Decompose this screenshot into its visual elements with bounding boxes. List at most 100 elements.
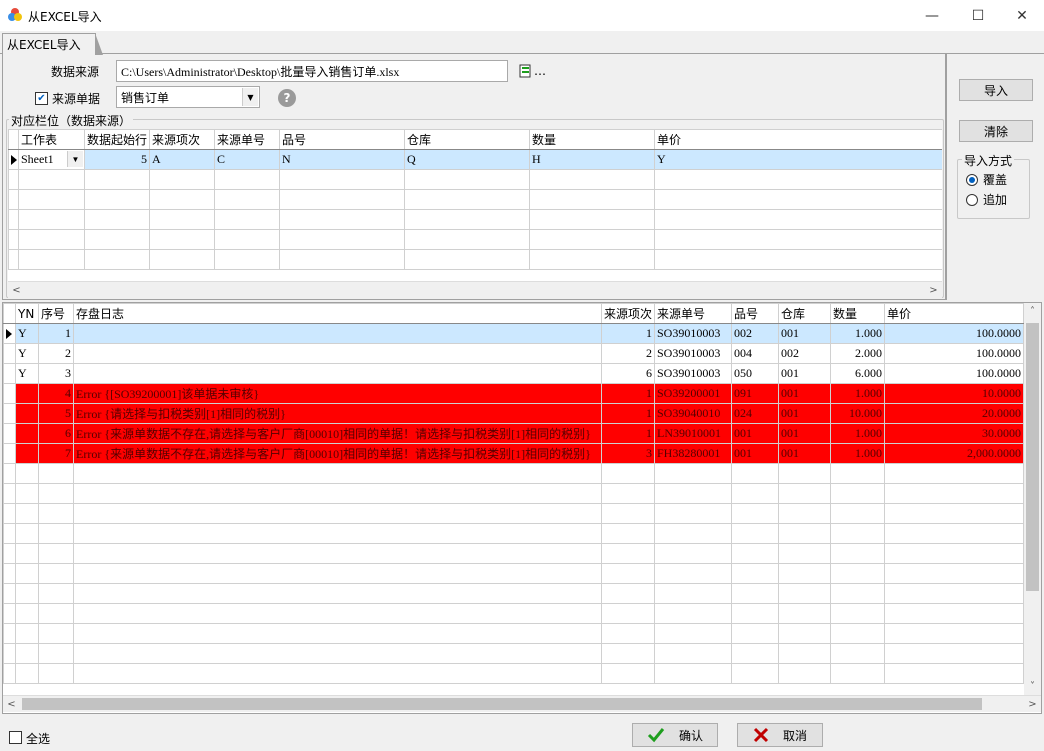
price-cell[interactable]: 100.0000 <box>884 343 1024 364</box>
help-icon[interactable]: ? <box>278 89 296 107</box>
sheet-select[interactable]: Sheet1 ▼ <box>18 149 85 170</box>
seq-cell[interactable]: 4 <box>38 383 74 404</box>
scroll-left-icon[interactable]: < <box>3 696 20 713</box>
price-cell[interactable]: 2,000.0000 <box>884 443 1024 464</box>
qty-cell[interactable]: 6.000 <box>830 363 885 384</box>
table-row[interactable]: 4 Error {[SO39200001]该单据未审核} 1 SO39200001 09… <box>3 383 1024 404</box>
seq-cell[interactable]: 2 <box>38 343 74 364</box>
yn-cell[interactable] <box>15 383 39 404</box>
table-row[interactable]: Y 3 6 SO39010003 050 001 6.000 100.0000 <box>3 363 1024 384</box>
col-header[interactable]: YN <box>15 303 39 324</box>
col-header[interactable]: 来源项次 <box>601 303 655 324</box>
warehouse-cell[interactable]: 001 <box>778 323 831 344</box>
select-all-checkbox[interactable] <box>9 731 22 744</box>
mapping-hscrollbar[interactable]: < > <box>8 281 942 298</box>
warehouse-cell[interactable]: 001 <box>778 383 831 404</box>
source-no-cell[interactable]: SO39040010 <box>654 403 732 424</box>
result-vscrollbar[interactable]: ˄ ˅ <box>1024 303 1041 695</box>
seq-cell[interactable]: 6 <box>38 423 74 444</box>
price-cell[interactable]: 10.0000 <box>884 383 1024 404</box>
seq-cell[interactable]: 7 <box>38 443 74 464</box>
log-cell[interactable]: Error {来源单数据不存在,请选择与客户厂商[00010]相同的单据！请选择… <box>73 423 602 444</box>
log-cell[interactable]: Error {[SO39200001]该单据未审核} <box>73 383 602 404</box>
log-cell[interactable] <box>73 363 602 384</box>
col-header[interactable]: 单价 <box>884 303 1024 324</box>
source-no-cell[interactable]: SO39010003 <box>654 323 732 344</box>
tab-import-excel[interactable]: 从EXCEL导入 <box>2 33 103 55</box>
cell[interactable]: A <box>149 149 215 170</box>
yn-cell[interactable]: Y <box>15 343 39 364</box>
col-header[interactable]: 存盘日志 <box>73 303 602 324</box>
qty-cell[interactable]: 1.000 <box>830 383 885 404</box>
source-item-cell[interactable]: 1 <box>601 423 655 444</box>
scroll-right-icon[interactable]: > <box>1024 696 1041 713</box>
price-cell[interactable]: 100.0000 <box>884 363 1024 384</box>
log-cell[interactable] <box>73 343 602 364</box>
radio-selected-icon[interactable] <box>966 173 978 186</box>
source-no-cell[interactable]: SO39200001 <box>654 383 732 404</box>
price-cell[interactable]: 20.0000 <box>884 403 1024 424</box>
item-no-cell[interactable]: 002 <box>731 323 779 344</box>
scroll-left-icon[interactable]: < <box>8 282 25 299</box>
cell[interactable]: 5 <box>84 149 150 170</box>
source-item-cell[interactable]: 2 <box>601 343 655 364</box>
warehouse-cell[interactable]: 001 <box>778 423 831 444</box>
yn-cell[interactable] <box>15 403 39 424</box>
table-row[interactable]: 6 Error {来源单数据不存在,请选择与客户厂商[00010]相同的单据！请选… <box>3 423 1024 444</box>
col-header[interactable]: 品号 <box>279 129 405 150</box>
price-cell[interactable]: 30.0000 <box>884 423 1024 444</box>
yn-cell[interactable]: Y <box>15 323 39 344</box>
clear-button[interactable]: 清除 <box>959 120 1033 142</box>
cell[interactable]: Q <box>404 149 530 170</box>
qty-cell[interactable]: 1.000 <box>830 323 885 344</box>
table-row[interactable]: Y 1 1 SO39010003 002 001 1.000 100.0000 <box>3 323 1024 344</box>
maximize-button[interactable]: ☐ <box>955 0 1001 31</box>
col-header[interactable]: 来源单号 <box>214 129 280 150</box>
seq-cell[interactable]: 5 <box>38 403 74 424</box>
qty-cell[interactable]: 1.000 <box>830 423 885 444</box>
col-header[interactable]: 数量 <box>529 129 655 150</box>
source-item-cell[interactable]: 3 <box>601 443 655 464</box>
price-cell[interactable]: 100.0000 <box>884 323 1024 344</box>
close-button[interactable]: ✕ <box>999 0 1044 31</box>
col-header[interactable]: 仓库 <box>778 303 831 324</box>
item-no-cell[interactable]: 091 <box>731 383 779 404</box>
log-cell[interactable]: Error {来源单数据不存在,请选择与客户厂商[00010]相同的单据！请选择… <box>73 443 602 464</box>
seq-cell[interactable]: 3 <box>38 363 74 384</box>
mode-append-option[interactable]: 追加 <box>966 191 1007 208</box>
col-header[interactable]: 序号 <box>38 303 74 324</box>
yn-cell[interactable]: Y <box>15 363 39 384</box>
cell[interactable]: H <box>529 149 655 170</box>
table-row[interactable]: 5 Error {请选择与扣税类别[1]相同的税别} 1 SO39040010 024 0… <box>3 403 1024 424</box>
qty-cell[interactable]: 1.000 <box>830 443 885 464</box>
confirm-button[interactable]: 确认 <box>632 723 718 747</box>
item-no-cell[interactable]: 050 <box>731 363 779 384</box>
qty-cell[interactable]: 10.000 <box>830 403 885 424</box>
log-cell[interactable] <box>73 323 602 344</box>
file-path-input[interactable]: C:\Users\Administrator\Desktop\批量导入销售订单.… <box>116 60 508 82</box>
source-no-cell[interactable]: SO39010003 <box>654 343 732 364</box>
col-header[interactable]: 单价 <box>654 129 942 150</box>
minimize-button[interactable]: — <box>909 0 955 31</box>
scroll-down-icon[interactable]: ˅ <box>1024 678 1041 695</box>
item-no-cell[interactable]: 004 <box>731 343 779 364</box>
seq-cell[interactable]: 1 <box>38 323 74 344</box>
mapping-grid[interactable]: 工作表 数据起始行 来源项次 来源单号 品号 仓库 数量 单价 Sheet1 ▼… <box>8 129 942 281</box>
cell[interactable]: C <box>214 149 280 170</box>
source-item-cell[interactable]: 1 <box>601 383 655 404</box>
warehouse-cell[interactable]: 002 <box>778 343 831 364</box>
source-doc-checkbox[interactable]: ✔ <box>35 92 48 105</box>
col-header[interactable]: 来源项次 <box>149 129 215 150</box>
table-row[interactable]: Y 2 2 SO39010003 004 002 2.000 100.0000 <box>3 343 1024 364</box>
source-no-cell[interactable]: FH38280001 <box>654 443 732 464</box>
result-grid[interactable]: YN 序号 存盘日志 来源项次 来源单号 品号 仓库 数量 单价 Y 1 1 SO39… <box>2 302 1042 714</box>
warehouse-cell[interactable]: 001 <box>778 363 831 384</box>
mapping-row[interactable]: Sheet1 ▼ 5 A C N Q H Y <box>8 149 942 170</box>
col-header[interactable]: 来源单号 <box>654 303 732 324</box>
radio-unselected-icon[interactable] <box>966 193 978 206</box>
yn-cell[interactable] <box>15 443 39 464</box>
yn-cell[interactable] <box>15 423 39 444</box>
cell[interactable]: Y <box>654 149 942 170</box>
warehouse-cell[interactable]: 001 <box>778 443 831 464</box>
cancel-button[interactable]: 取消 <box>737 723 823 747</box>
